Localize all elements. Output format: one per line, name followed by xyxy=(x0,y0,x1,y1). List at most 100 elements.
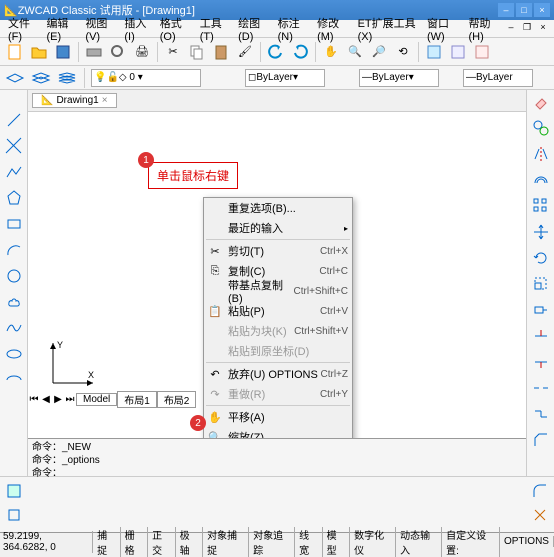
circle-icon[interactable] xyxy=(4,266,24,286)
status-grid[interactable]: 栅格 xyxy=(121,527,149,557)
layer-selector[interactable]: 💡🔓◇ 0 ▾ xyxy=(91,69,201,87)
pline-icon[interactable] xyxy=(4,162,24,182)
menu-view[interactable]: 视图(V) xyxy=(81,15,120,43)
tab-next-button[interactable]: ▶ xyxy=(52,394,64,405)
status-options[interactable]: OPTIONS xyxy=(500,536,554,547)
menu-insert[interactable]: 插入(I) xyxy=(120,15,155,43)
ctx-undo[interactable]: ↶放弃(U) OPTIONSCtrl+Z xyxy=(204,364,352,384)
chamfer-icon[interactable] xyxy=(531,430,551,450)
mdi-minimize-button[interactable]: – xyxy=(504,22,518,36)
ctx-copybase[interactable]: 带基点复制(B)Ctrl+Shift+C xyxy=(204,281,352,301)
status-model[interactable]: 模型 xyxy=(323,527,351,557)
mdi-restore-button[interactable]: ❐ xyxy=(520,22,534,36)
insert-icon[interactable] xyxy=(4,481,24,501)
scale-icon[interactable] xyxy=(531,274,551,294)
props-icon[interactable] xyxy=(423,41,445,63)
offset-icon[interactable] xyxy=(531,170,551,190)
tab-first-button[interactable]: ⏮ xyxy=(28,394,40,405)
move-icon[interactable] xyxy=(531,222,551,242)
linetype-selector[interactable]: — ByLayer ▾ xyxy=(359,69,439,87)
ctx-paste[interactable]: 📋粘贴(P)Ctrl+V xyxy=(204,301,352,321)
open-icon[interactable] xyxy=(28,41,50,63)
menu-modify[interactable]: 修改(M) xyxy=(313,15,354,43)
cmd-prompt[interactable]: 命令： xyxy=(32,467,522,480)
break-icon[interactable] xyxy=(531,378,551,398)
layer2-icon[interactable] xyxy=(30,67,52,89)
menu-draw[interactable]: 绘图(D) xyxy=(234,15,273,43)
spline-icon[interactable] xyxy=(4,318,24,338)
doc-tab[interactable]: 📐 Drawing1 × xyxy=(32,93,117,108)
plot-icon[interactable] xyxy=(83,41,105,63)
mdi-close-button[interactable]: × xyxy=(536,22,550,36)
ctx-zoom[interactable]: 🔍缩放(Z) xyxy=(204,427,352,438)
ellipse-icon[interactable] xyxy=(4,344,24,364)
xline-icon[interactable] xyxy=(4,136,24,156)
redo-icon[interactable] xyxy=(289,41,311,63)
paste-icon[interactable] xyxy=(210,41,232,63)
new-icon[interactable] xyxy=(4,41,26,63)
stretch-icon[interactable] xyxy=(531,300,551,320)
layer3-icon[interactable] xyxy=(56,67,78,89)
tp-icon[interactable] xyxy=(471,41,493,63)
color-selector[interactable]: ◻ ByLayer ▾ xyxy=(245,69,325,87)
rectangle-icon[interactable] xyxy=(4,214,24,234)
copy-icon[interactable] xyxy=(186,41,208,63)
status-lwt[interactable]: 线宽 xyxy=(295,527,323,557)
mirror-icon[interactable] xyxy=(531,144,551,164)
undo-icon[interactable] xyxy=(265,41,287,63)
menu-et[interactable]: ET扩展工具(X) xyxy=(354,15,423,43)
menu-format[interactable]: 格式(O) xyxy=(156,15,196,43)
erase-icon[interactable] xyxy=(531,92,551,112)
join-icon[interactable] xyxy=(531,404,551,424)
drawing-canvas[interactable]: 单击鼠标右键 1 2 重复选项(B)... 最近的输入▸ ✂剪切(T)Ctrl+… xyxy=(28,112,526,438)
menu-file[interactable]: 文件(F) xyxy=(4,15,42,43)
cut-icon[interactable]: ✂ xyxy=(162,41,184,63)
polygon-icon[interactable] xyxy=(4,188,24,208)
ctx-cut[interactable]: ✂剪切(T)Ctrl+X xyxy=(204,241,352,261)
block-icon[interactable] xyxy=(4,505,24,525)
lineweight-selector[interactable]: — ByLayer xyxy=(463,69,533,87)
maximize-button[interactable]: □ xyxy=(516,3,532,17)
preview-icon[interactable] xyxy=(107,41,129,63)
print-icon[interactable]: 🖨 xyxy=(131,41,153,63)
ellipse-arc-icon[interactable] xyxy=(4,370,24,390)
line-icon[interactable] xyxy=(4,110,24,130)
rotate-icon[interactable] xyxy=(531,248,551,268)
arc-icon[interactable] xyxy=(4,240,24,260)
status-custom[interactable]: 自定义设置: xyxy=(442,527,500,557)
menu-help[interactable]: 帮助(H) xyxy=(465,15,504,43)
zoom-win-icon[interactable]: 🔎 xyxy=(368,41,390,63)
copyobj-icon[interactable] xyxy=(531,118,551,138)
menu-window[interactable]: 窗口(W) xyxy=(423,15,465,43)
save-icon[interactable] xyxy=(52,41,74,63)
status-polar[interactable]: 极轴 xyxy=(176,527,204,557)
ctx-repeat[interactable]: 重复选项(B)... xyxy=(204,198,352,218)
status-ortho[interactable]: 正交 xyxy=(148,527,176,557)
match-icon[interactable]: 🖌 xyxy=(234,41,256,63)
extend-icon[interactable] xyxy=(531,352,551,372)
status-osnap[interactable]: 对象捕捉 xyxy=(203,527,249,557)
fillet-icon[interactable] xyxy=(530,481,550,501)
tab-prev-button[interactable]: ◀ xyxy=(40,394,52,405)
menu-dim[interactable]: 标注(N) xyxy=(274,15,313,43)
tab-layout2[interactable]: 布局2 xyxy=(157,391,197,408)
tab-model[interactable]: Model xyxy=(76,393,117,406)
layer1-icon[interactable] xyxy=(4,67,26,89)
ctx-recent[interactable]: 最近的输入▸ xyxy=(204,218,352,238)
command-panel[interactable]: 命令：_NEW 命令：_options 命令： xyxy=(28,438,526,476)
menu-tools[interactable]: 工具(T) xyxy=(196,15,234,43)
zoom-rt-icon[interactable]: 🔍 xyxy=(344,41,366,63)
close-button[interactable]: × xyxy=(534,3,550,17)
status-dyn[interactable]: 动态输入 xyxy=(396,527,442,557)
menu-edit[interactable]: 编辑(E) xyxy=(42,15,81,43)
zoom-prev-icon[interactable]: ⟲ xyxy=(392,41,414,63)
tab-layout1[interactable]: 布局1 xyxy=(117,391,157,408)
trim-icon[interactable] xyxy=(531,326,551,346)
pan-icon[interactable]: ✋ xyxy=(320,41,342,63)
status-otrack[interactable]: 对象追踪 xyxy=(249,527,295,557)
tab-last-button[interactable]: ⏭ xyxy=(64,394,76,405)
status-snap[interactable]: 捕捉 xyxy=(93,527,121,557)
ctx-pan[interactable]: ✋平移(A) xyxy=(204,407,352,427)
explode-icon[interactable] xyxy=(530,505,550,525)
dc-icon[interactable] xyxy=(447,41,469,63)
